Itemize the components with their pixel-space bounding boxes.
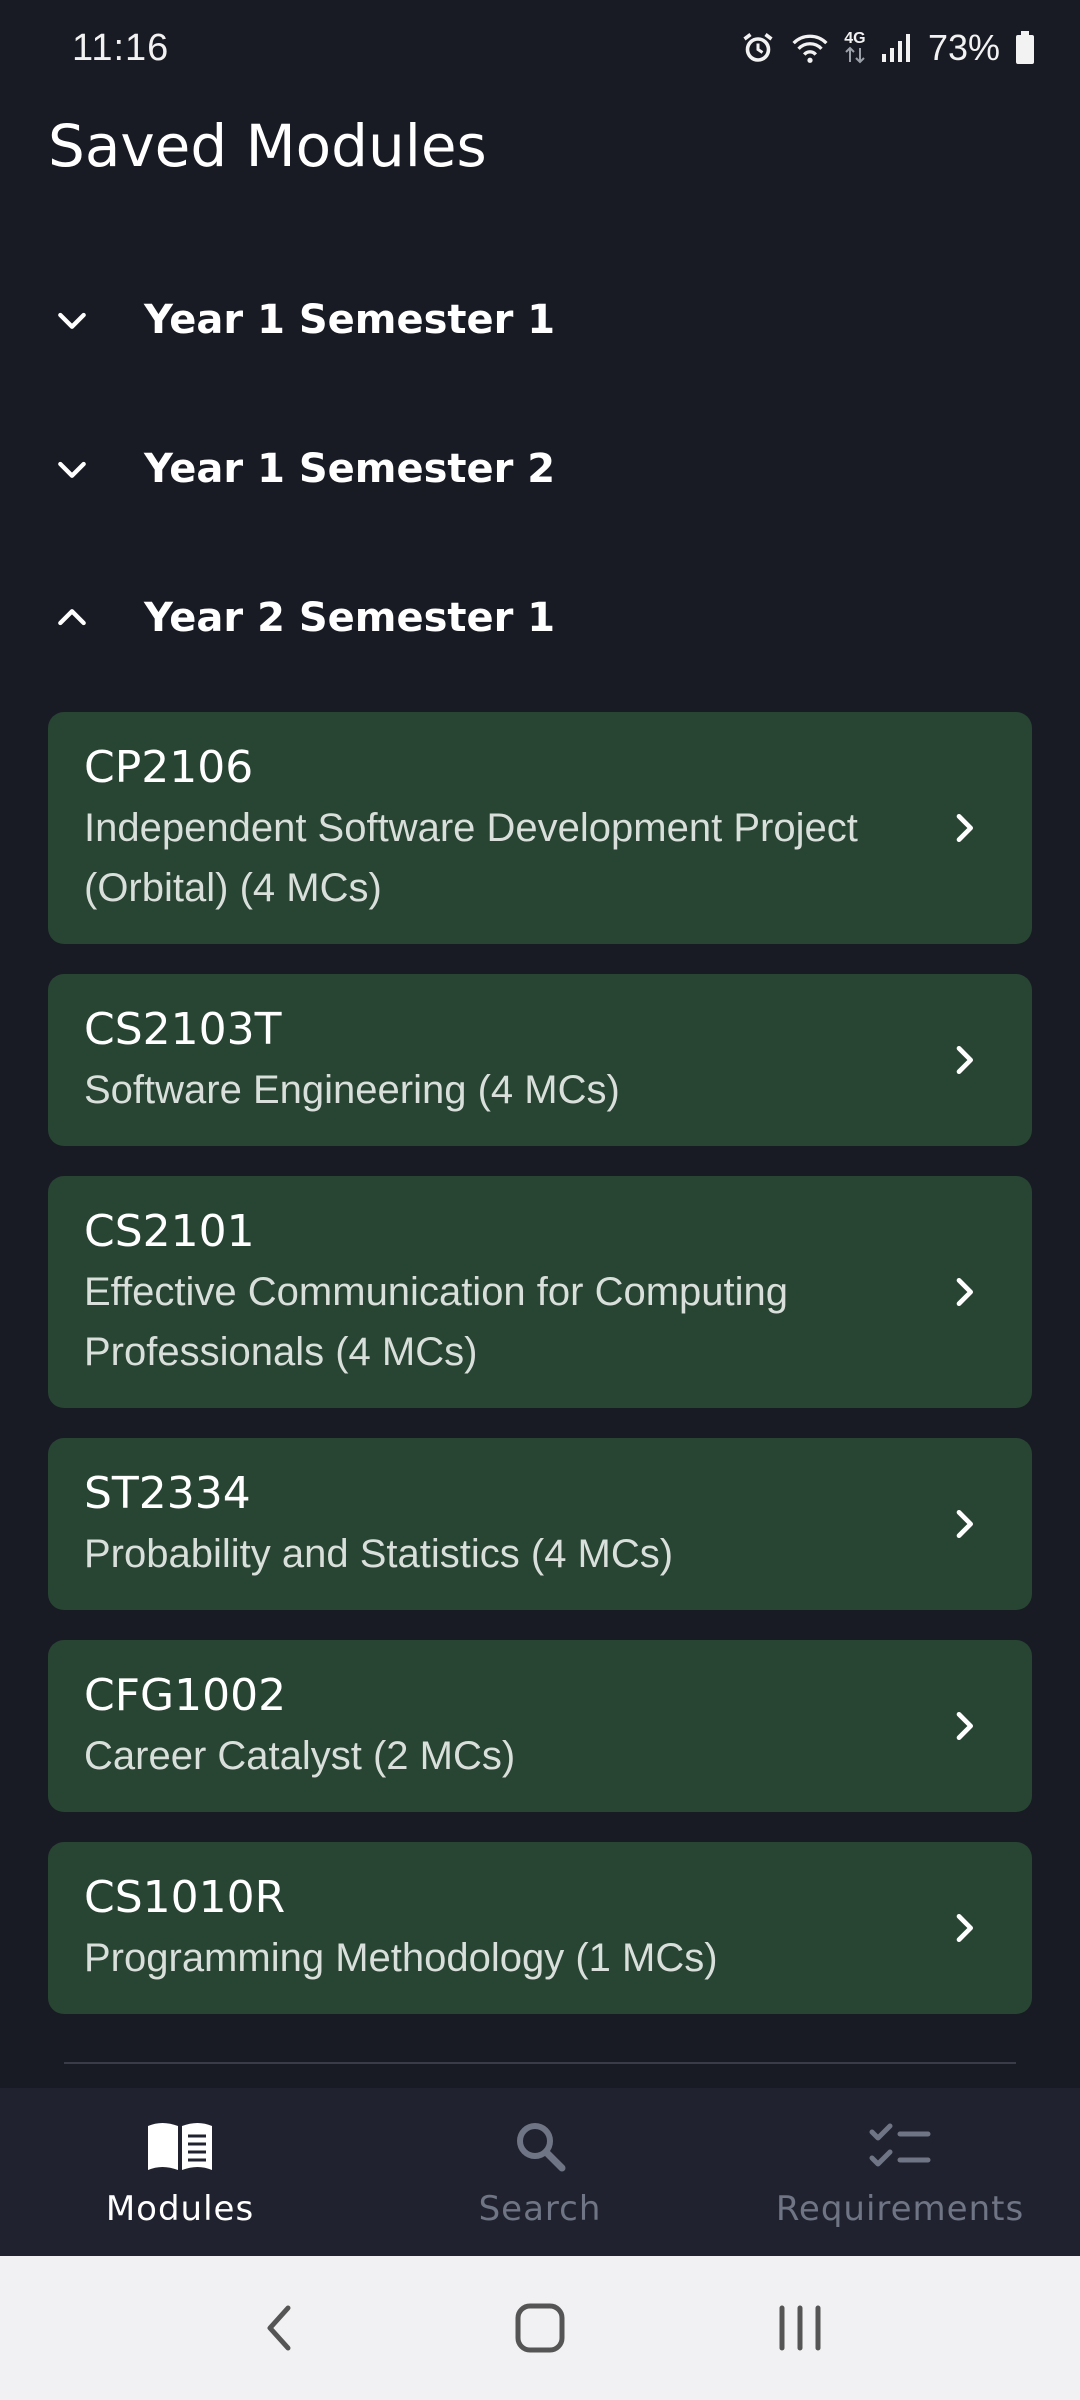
- chevron-right-icon: [944, 1272, 984, 1312]
- module-title: Programming Methodology (1 MCs): [84, 1936, 718, 1980]
- module-code: CFG1002: [84, 1670, 287, 1721]
- module-title: Career Catalyst (2 MCs): [84, 1734, 516, 1778]
- list-divider: [64, 2062, 1016, 2064]
- wifi-icon: [790, 30, 830, 66]
- module-card-cs2101[interactable]: CS2101 Effective Communication for Compu…: [48, 1176, 1032, 1408]
- module-code: ST2334: [84, 1468, 251, 1519]
- checklist-icon: [866, 2116, 934, 2181]
- module-card-cs1010r[interactable]: CS1010R Programming Methodology (1 MCs): [48, 1842, 1032, 2014]
- page-title: Saved Modules: [48, 112, 487, 180]
- signal-icon: [880, 32, 914, 64]
- module-code: CS1010R: [84, 1872, 286, 1923]
- bottom-nav: Modules Search Requirements: [0, 2088, 1080, 2256]
- chevron-down-icon: [48, 445, 96, 493]
- nav-tab-modules[interactable]: Modules: [0, 2088, 360, 2256]
- module-card-cp2106[interactable]: CP2106 Independent Software Development …: [48, 712, 1032, 944]
- module-title: Software Engineering (4 MCs): [84, 1068, 620, 1112]
- chevron-right-icon: [944, 1504, 984, 1544]
- chevron-right-icon: [944, 1908, 984, 1948]
- status-icons: 4G 73%: [740, 27, 1036, 69]
- semester-label: Year 1 Semester 2: [144, 446, 556, 492]
- book-icon: [144, 2116, 216, 2181]
- chevron-down-icon: [48, 296, 96, 344]
- semester-header-y1s1[interactable]: Year 1 Semester 1: [0, 260, 1080, 380]
- semester-header-y2s1[interactable]: Year 2 Semester 1: [0, 558, 1080, 678]
- status-time: 11:16: [72, 26, 170, 69]
- nav-label: Search: [478, 2188, 602, 2229]
- module-code: CS2101: [84, 1206, 255, 1257]
- nav-tab-search[interactable]: Search: [360, 2088, 720, 2256]
- module-title: Effective Communication for Computing Pr…: [84, 1270, 789, 1374]
- module-title: Independent Software Development Project…: [84, 806, 858, 910]
- module-card-cs2103t[interactable]: CS2103T Software Engineering (4 MCs): [48, 974, 1032, 1146]
- nav-label: Requirements: [775, 2188, 1025, 2229]
- chevron-right-icon: [944, 1706, 984, 1746]
- module-title: Probability and Statistics (4 MCs): [84, 1532, 674, 1576]
- semester-label: Year 1 Semester 1: [144, 297, 556, 343]
- network-4g-icon: 4G: [844, 31, 866, 64]
- back-icon[interactable]: [240, 2288, 320, 2368]
- recent-apps-icon[interactable]: [760, 2288, 840, 2368]
- module-code: CS2103T: [84, 1004, 282, 1055]
- chevron-right-icon: [944, 808, 984, 848]
- battery-percent: 73%: [927, 27, 1000, 68]
- module-code: CP2106: [84, 742, 254, 793]
- nav-label: Modules: [105, 2188, 255, 2229]
- battery-icon: [1014, 30, 1036, 66]
- home-icon[interactable]: [500, 2288, 580, 2368]
- module-card-st2334[interactable]: ST2334 Probability and Statistics (4 MCs…: [48, 1438, 1032, 1610]
- alarm-icon: [740, 30, 776, 66]
- system-nav-bar: [0, 2256, 1080, 2400]
- module-card-cfg1002[interactable]: CFG1002 Career Catalyst (2 MCs): [48, 1640, 1032, 1812]
- module-list: CP2106 Independent Software Development …: [48, 712, 1032, 2014]
- chevron-up-icon: [48, 594, 96, 642]
- search-icon: [510, 2116, 570, 2181]
- nav-tab-requirements[interactable]: Requirements: [720, 2088, 1080, 2256]
- semester-header-y1s2[interactable]: Year 1 Semester 2: [0, 409, 1080, 529]
- status-bar: 11:16 4G 73%: [0, 0, 1080, 96]
- semester-label: Year 2 Semester 1: [144, 595, 556, 641]
- chevron-right-icon: [944, 1040, 984, 1080]
